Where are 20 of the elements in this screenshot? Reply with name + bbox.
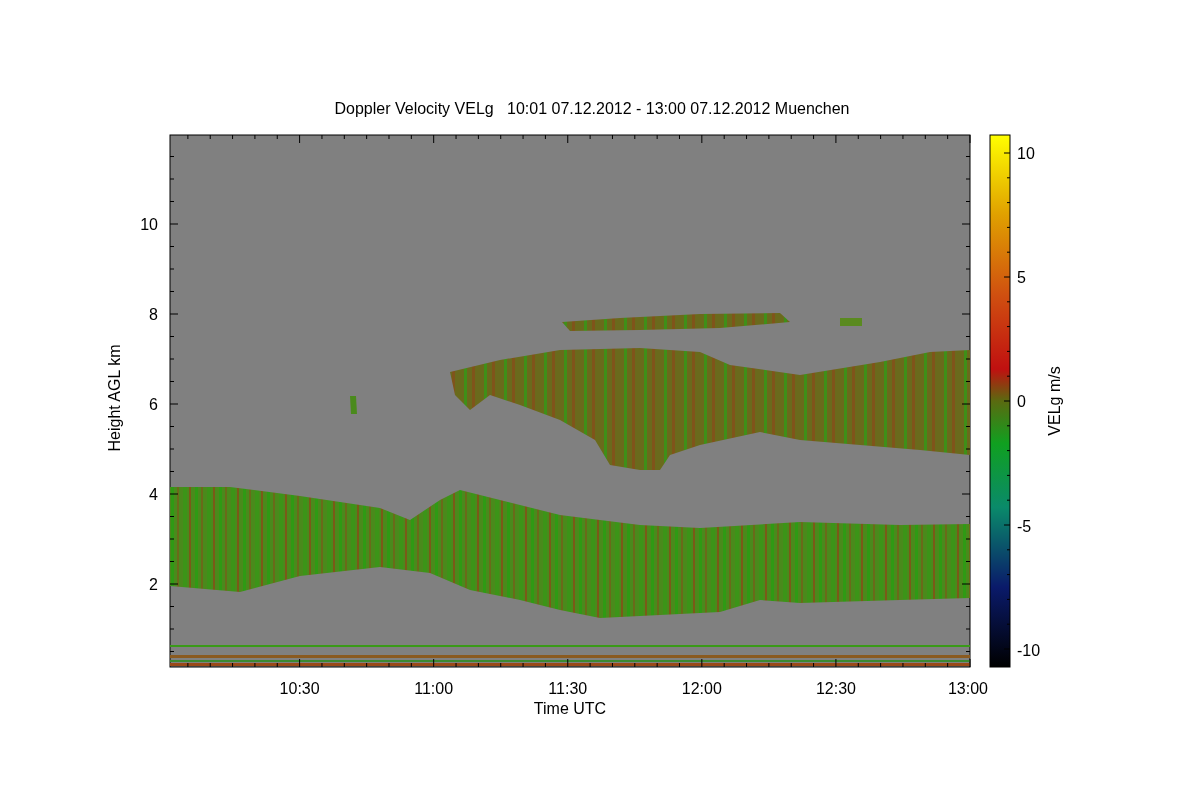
x-axis-label: Time UTC — [533, 700, 607, 717]
x-tick-label: 12:00 — [681, 680, 722, 697]
y-tick-label: 6 — [149, 396, 158, 413]
x-tick-label: 13:00 — [948, 680, 988, 697]
colorbar-tick-label: 0 — [1017, 393, 1026, 411]
colorbar-tick-label: 5 — [1017, 269, 1026, 287]
y-tick-label: 10 — [140, 216, 158, 233]
y-tick-label: 4 — [149, 486, 158, 503]
colorbar-label: VELg m/s — [1046, 366, 1063, 436]
colorbar-tick-label: 10 — [1017, 145, 1035, 162]
x-tick-label: 12:30 — [815, 680, 856, 697]
colorbar-tick-label: -10 — [1017, 641, 1041, 659]
y-tick-label: 2 — [149, 576, 158, 593]
y-axis-label: Height AGL km — [106, 344, 123, 452]
plot-title: Doppler Velocity VELg 10:01 07.12.2012 - 13:00 07.12.2012 Muenchen — [334, 100, 850, 117]
x-tick-label: 11:00 — [414, 680, 454, 697]
colorbar-tick-label: -5 — [1017, 517, 1032, 535]
x-tick-label: 11:30 — [548, 680, 588, 697]
x-tick-label: 10:30 — [279, 680, 320, 697]
y-tick-label: 8 — [149, 306, 158, 323]
